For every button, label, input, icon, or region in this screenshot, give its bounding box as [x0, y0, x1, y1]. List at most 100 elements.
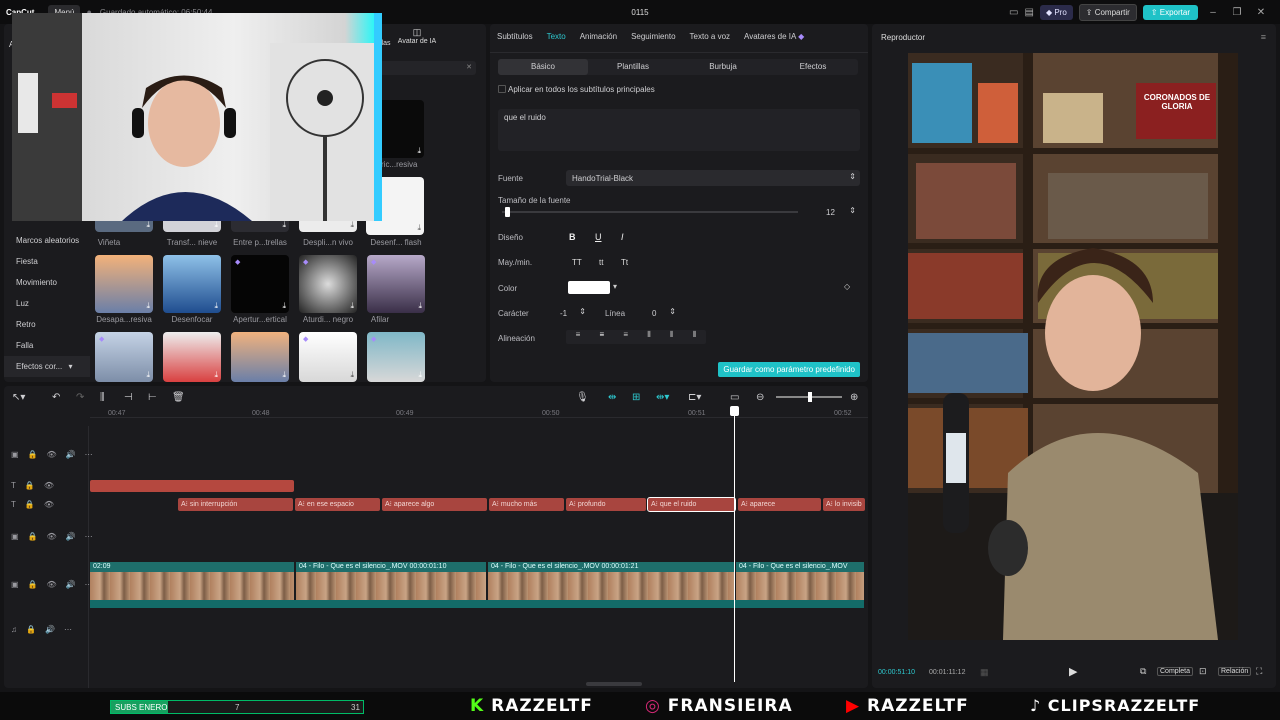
video-clip-header[interactable]: 04 - Filo - Que es el silencio_.MOV [736, 562, 864, 572]
download-icon[interactable]: ⤓ [350, 301, 354, 311]
download-icon[interactable]: ⤓ [214, 370, 218, 380]
maximize-icon[interactable]: ❐ [1228, 7, 1246, 18]
volume-icon[interactable]: 🔊 [66, 450, 76, 459]
updown-icon[interactable]: ⇕ [579, 307, 586, 316]
updown-icon[interactable]: ⇕ [669, 307, 676, 316]
align-vertical-bottom-icon[interactable]: ⦀ [693, 330, 697, 344]
delete-icon[interactable]: 🗑 [172, 392, 185, 403]
character-spacing-input[interactable]: -1 ⇕ [546, 305, 590, 320]
video-clip-header[interactable]: 02:09 [90, 562, 294, 572]
download-icon[interactable]: ⤓ [282, 370, 286, 380]
eye-icon[interactable]: 👁 [47, 450, 57, 459]
download-icon[interactable]: ⤓ [418, 370, 422, 380]
share-button[interactable]: ⇪ Compartir [1078, 4, 1137, 21]
download-icon[interactable]: ⤓ [146, 220, 150, 230]
preview-axis-icon[interactable]: ⊏▾ [688, 392, 701, 403]
text-input[interactable]: que el ruido [498, 109, 860, 151]
case-lower-button[interactable]: tt [599, 258, 603, 267]
download-icon[interactable]: ⤓ [350, 220, 354, 230]
effect-thumb[interactable]: ◆ ⤓ [231, 255, 289, 313]
chevron-down-icon[interactable]: ▾ [613, 282, 617, 291]
effect-thumb[interactable]: ⤓ [95, 255, 153, 313]
split-left-icon[interactable]: ⊣ [124, 392, 133, 403]
font-select[interactable]: HandoTrial-Black ⇕ [566, 170, 860, 186]
align-vertical-center-icon[interactable]: ⦀ [670, 330, 674, 344]
tab-animation[interactable]: Animación [573, 30, 624, 46]
effect-thumb[interactable]: ◆ ⤓ [299, 255, 357, 313]
bold-button[interactable]: B [569, 232, 576, 242]
export-button[interactable]: ⇧ Exportar [1142, 5, 1198, 20]
text-clip[interactable]: A⁝ sin interrupción [178, 498, 293, 511]
subtab-templates[interactable]: Plantillas [588, 59, 678, 75]
more-icon[interactable]: ⋯ [64, 625, 72, 634]
tab-text-to-speech[interactable]: Texto a voz [683, 30, 737, 46]
microphone-icon[interactable]: 🎙 [576, 392, 589, 403]
updown-icon[interactable]: ⇕ [849, 206, 856, 215]
align-left-icon[interactable]: ≡ [576, 330, 581, 344]
sidebar-item-retro[interactable]: Retro [4, 314, 90, 335]
sidebar-item-body-effects[interactable]: Efectos cor... ▾ [4, 356, 90, 377]
sidebar-item-light[interactable]: Luz [4, 293, 90, 314]
download-icon[interactable]: ⤓ [214, 220, 218, 230]
lock-icon[interactable]: 🔒 [25, 481, 35, 490]
zoom-in-icon[interactable]: ⊕ [850, 392, 858, 403]
split-icon[interactable]: ⫼ [100, 392, 105, 403]
download-icon[interactable]: ⤓ [417, 146, 421, 156]
more-icon[interactable]: ⋯ [85, 532, 93, 541]
playhead[interactable] [730, 406, 739, 682]
timeline-scrollbar[interactable] [586, 682, 642, 686]
font-size-stepper[interactable]: 12 ⇕ [816, 204, 860, 219]
text-clip[interactable]: A⁝ en ese espacio [295, 498, 380, 511]
line-spacing-input[interactable]: 0 ⇕ [640, 305, 680, 320]
lock-icon[interactable]: 🔒 [28, 580, 38, 589]
tab-ai-avatars[interactable]: Avatares de IA ◆ [737, 30, 811, 46]
tab-text[interactable]: Texto [540, 30, 573, 46]
color-swatch[interactable] [568, 281, 610, 294]
pro-button[interactable]: ◆ Pro [1039, 5, 1073, 20]
slider-handle[interactable] [505, 207, 510, 217]
download-icon[interactable]: ⤓ [282, 301, 286, 311]
magnet-icon[interactable]: ⊞ [632, 392, 640, 403]
download-icon[interactable]: ⤓ [417, 223, 421, 233]
align-right-icon[interactable]: ≡ [623, 330, 628, 344]
lock-icon[interactable]: 🔒 [26, 625, 36, 634]
save-default-button[interactable]: Guardar como parámetro predefinido [718, 362, 860, 377]
complete-button[interactable]: Completa [1157, 667, 1193, 676]
caption-icon[interactable]: ▭ [730, 392, 739, 403]
download-icon[interactable]: ⤓ [146, 301, 150, 311]
underline-button[interactable]: U [595, 232, 602, 242]
download-icon[interactable]: ⤓ [214, 301, 218, 311]
ratio-button[interactable]: Relación [1218, 667, 1252, 676]
redo-icon[interactable]: ↷ [76, 392, 84, 403]
eye-icon[interactable]: 👁 [44, 481, 54, 490]
link-main-track-icon[interactable]: ⇹ [608, 392, 616, 403]
tab-subtitles[interactable]: Subtítulos [490, 30, 540, 46]
sidebar-item-party[interactable]: Fiesta [4, 251, 90, 272]
text-clip-selected[interactable]: A⁝ que el ruido [647, 497, 736, 512]
text-clip[interactable]: A⁝ mucho más [489, 498, 564, 511]
download-icon[interactable]: ⤓ [418, 301, 422, 311]
clear-icon[interactable]: ✕ [466, 63, 472, 71]
timecode-toggle-icon[interactable]: ▦ [980, 667, 989, 678]
lock-icon[interactable]: 🔒 [28, 450, 38, 459]
effect-thumb[interactable]: ⤓ [163, 255, 221, 313]
eye-icon[interactable]: 👁 [47, 580, 57, 589]
eye-icon[interactable]: 👁 [44, 500, 54, 509]
subtab-effects[interactable]: Efectos [768, 59, 858, 75]
volume-icon[interactable]: 🔊 [66, 532, 76, 541]
font-size-slider[interactable] [502, 207, 798, 217]
timeline-ruler[interactable] [90, 406, 868, 418]
layout-icon[interactable]: ▭ [1009, 7, 1018, 18]
lock-icon[interactable]: 🔒 [28, 532, 38, 541]
effect-thumb[interactable]: ⤓ [231, 332, 289, 382]
download-icon[interactable]: ⤓ [350, 370, 354, 380]
more-icon[interactable]: ⋯ [85, 450, 93, 459]
focus-icon[interactable]: ⊡ [1199, 666, 1207, 677]
crop-icon[interactable]: ⧉ [1140, 666, 1146, 677]
text-clip[interactable]: A⁝ aparece algo [382, 498, 487, 511]
play-icon[interactable]: ▶ [1069, 665, 1077, 678]
minimize-icon[interactable]: – [1204, 7, 1222, 18]
video-clip-header[interactable]: 04 - Filo - Que es el silencio_.MOV 00:0… [296, 562, 486, 572]
apply-all-checkbox[interactable] [498, 85, 506, 93]
volume-icon[interactable]: 🔊 [45, 625, 55, 634]
